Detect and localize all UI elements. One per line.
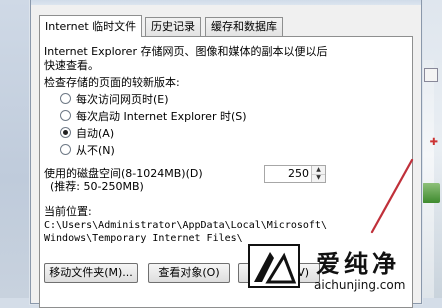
view-objects-button[interactable]: 查看对象(O)	[148, 263, 230, 283]
dialog-title-bar	[31, 0, 421, 5]
watermark-url: aichunjing.com	[314, 278, 406, 292]
radio-never-label[interactable]: 从不(N)	[76, 142, 115, 158]
current-location-heading: 当前位置:	[44, 205, 92, 218]
watermark-name: 爱纯净	[316, 250, 400, 278]
tab-internet-temp-files[interactable]: Internet 临时文件	[39, 15, 143, 37]
disk-space-value[interactable]: 250	[288, 167, 309, 180]
radio-automatic-label[interactable]: 自动(A)	[76, 125, 114, 141]
tab-history[interactable]: 历史记录	[145, 17, 201, 36]
radio-every-visit-label[interactable]: 每次访问网页时(E)	[76, 91, 169, 107]
stepper-arrows[interactable]: ▲ ▼	[311, 166, 325, 182]
stepper-down-icon[interactable]: ▼	[312, 174, 325, 182]
description-line-2: 快速查看。	[44, 59, 99, 72]
radio-automatic[interactable]	[60, 127, 71, 138]
radio-never[interactable]	[60, 144, 71, 155]
check-versions-heading: 检查存储的页面的较新版本:	[44, 76, 180, 89]
disk-space-stepper[interactable]: 250 ▲ ▼	[264, 165, 326, 183]
background-checkbox	[424, 68, 438, 82]
tab-cache-databases[interactable]: 缓存和数据库	[205, 17, 283, 36]
current-location-path-1: C:\Users\Administrator\AppData\Local\Mic…	[44, 220, 327, 231]
radio-every-start-label[interactable]: 每次启动 Internet Explorer 时(S)	[76, 108, 247, 124]
disk-space-recommend: (推荐: 50-250MB)	[50, 180, 144, 193]
radio-every-visit[interactable]	[60, 93, 71, 104]
radio-every-start[interactable]	[60, 110, 71, 121]
move-folder-button[interactable]: 移动文件夹(M)...	[44, 263, 138, 283]
watermark: 爱纯净 aichunjing.com	[248, 238, 442, 298]
background-green-icon	[422, 183, 440, 203]
watermark-logo-icon	[248, 244, 300, 288]
current-location-path-2: Windows\Temporary Internet Files\	[44, 233, 243, 244]
background-red-mark-icon: ✚	[429, 137, 438, 148]
